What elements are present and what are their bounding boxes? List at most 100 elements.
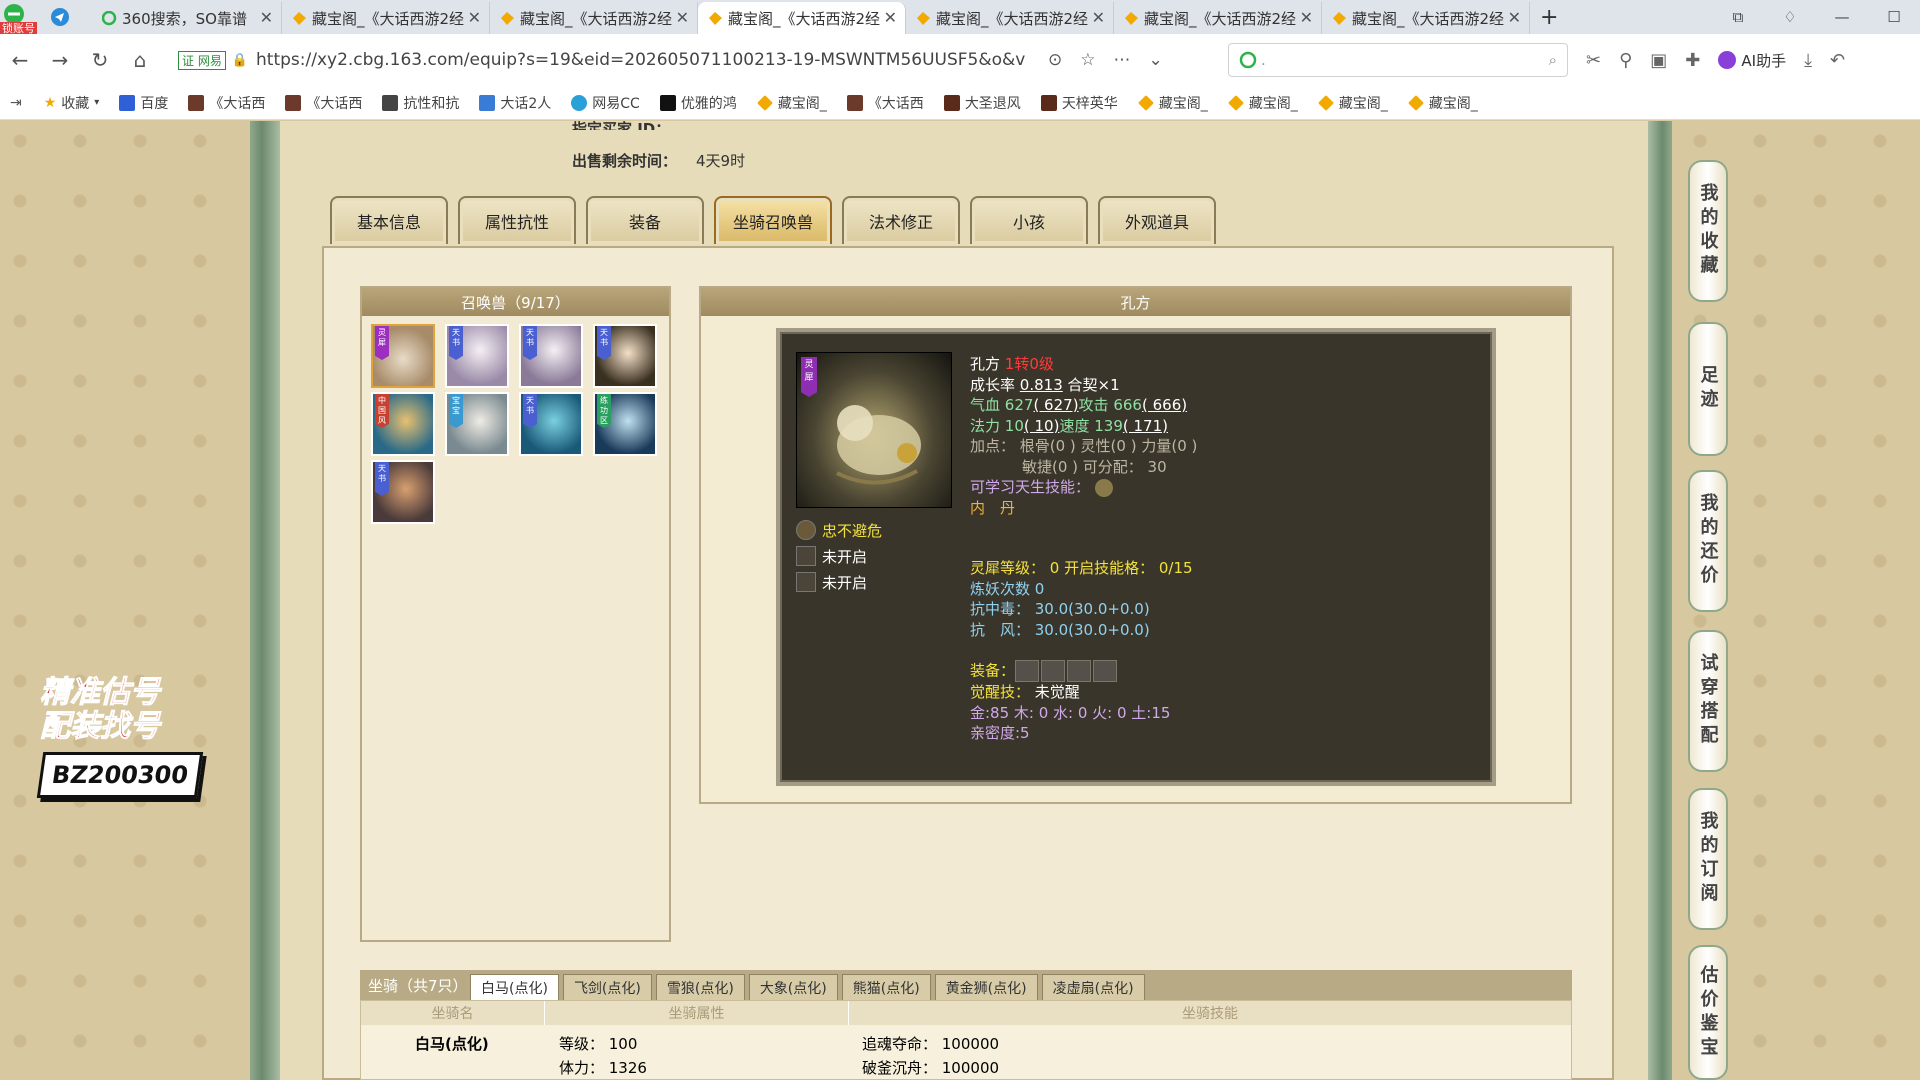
- close-tab-icon[interactable]: ✕: [260, 8, 273, 27]
- ai-assistant-button[interactable]: AI助手: [1718, 50, 1786, 71]
- appraisal-button[interactable]: 估价鉴宝: [1688, 945, 1728, 1080]
- bookmark-star-icon[interactable]: ☆: [1080, 50, 1095, 70]
- browser-tab[interactable]: 藏宝阁_《大话西游2经 ✕: [282, 2, 490, 34]
- bookmark-item[interactable]: 藏宝阁_: [1137, 93, 1208, 113]
- my-subscription-button[interactable]: 我的订阅: [1688, 788, 1728, 930]
- pet-skill[interactable]: 未开启: [796, 569, 882, 595]
- try-on-button[interactable]: 试穿搭配: [1688, 630, 1728, 772]
- mount-tab[interactable]: 凌虚扇(点化): [1041, 974, 1145, 1000]
- pet-tag: 中国风: [375, 394, 389, 428]
- skin-icon[interactable]: ♢: [1764, 0, 1816, 34]
- bookmark-item[interactable]: 藏宝阁_: [1317, 93, 1388, 113]
- browser-tab[interactable]: 藏宝阁_《大话西游2经 ✕: [906, 2, 1114, 34]
- tab-child[interactable]: 小孩: [970, 196, 1088, 244]
- learnable-skill-icon[interactable]: [1094, 478, 1113, 497]
- url-field[interactable]: 证 网易 🔒 https://xy2.cbg.163.com/equip?s=1…: [168, 42, 1188, 78]
- new-tab-button[interactable]: +: [1530, 5, 1568, 34]
- tab-list-icon[interactable]: ⧉: [1712, 0, 1764, 34]
- bookmark-item[interactable]: 百度: [119, 93, 168, 113]
- download-icon[interactable]: ⤓: [1804, 50, 1812, 71]
- toolbar-icons: ✂ ⚲ ▣ ✚ AI助手 ⤓ ↶: [1586, 50, 1845, 71]
- pet-avatar[interactable]: 灵犀: [371, 324, 435, 388]
- pet-avatar[interactable]: 中国风: [371, 392, 435, 456]
- extension-icon[interactable]: ✚: [1685, 50, 1700, 71]
- search-input[interactable]: . ⌕: [1228, 43, 1568, 77]
- bookmark-item[interactable]: 《大话西: [285, 93, 362, 113]
- location-icon[interactable]: ⊙: [1048, 50, 1062, 70]
- tab-mounts-pets[interactable]: 坐骑召唤兽: [714, 196, 832, 244]
- scissors-icon[interactable]: ✂: [1586, 50, 1601, 71]
- pet-avatar[interactable]: 天书: [519, 392, 583, 456]
- magnifier-icon[interactable]: ⚲: [1619, 50, 1632, 71]
- close-tab-icon[interactable]: ✕: [468, 8, 481, 27]
- bookmark-item[interactable]: 藏宝阁_: [756, 93, 827, 113]
- pet-avatar[interactable]: 天书: [371, 460, 435, 524]
- equip-slot[interactable]: [1015, 660, 1040, 682]
- bookmark-item[interactable]: 《大话西: [846, 93, 924, 113]
- pet-tag: 天书: [449, 326, 463, 360]
- hp-value: 627: [1004, 396, 1034, 414]
- bookmark-item[interactable]: 藏宝阁_: [1407, 93, 1478, 113]
- pet-grid: 灵犀 天书 天书 天书 中国风 宝宝 天书 练功区 天书: [362, 316, 669, 532]
- tab-appearance[interactable]: 外观道具: [1098, 196, 1216, 244]
- close-tab-icon[interactable]: ✕: [1508, 8, 1521, 27]
- equip-slot[interactable]: [1093, 660, 1118, 682]
- browser-tab[interactable]: 藏宝阁_《大话西游2经 ✕: [490, 2, 698, 34]
- mount-tab[interactable]: 黄金狮(点化): [934, 974, 1038, 1000]
- home-icon[interactable]: ⌂: [120, 48, 160, 72]
- bookmark-item[interactable]: ★ 收藏 ▾: [44, 93, 100, 113]
- equip-slot[interactable]: [1041, 660, 1066, 682]
- bookmark-item[interactable]: 藏宝阁_: [1227, 93, 1298, 113]
- tab-basic-info[interactable]: 基本信息: [330, 196, 448, 244]
- maximize-icon[interactable]: ☐: [1868, 0, 1920, 34]
- close-tab-icon[interactable]: ✕: [884, 8, 897, 27]
- pet-avatar[interactable]: 天书: [519, 324, 583, 388]
- more-icon[interactable]: ⋯: [1114, 50, 1131, 70]
- browser-tab[interactable]: 藏宝阁_《大话西游2经 ✕: [1322, 2, 1530, 34]
- bookmark-item[interactable]: 大圣退风: [943, 93, 1021, 113]
- mount-tab[interactable]: 飞剑(点化): [562, 974, 652, 1000]
- tab-spell-correction[interactable]: 法术修正: [842, 196, 960, 244]
- telegram-icon[interactable]: [50, 7, 70, 27]
- tab-equipment[interactable]: 装备: [586, 196, 704, 244]
- close-tab-icon[interactable]: ✕: [1300, 8, 1313, 27]
- back-icon[interactable]: ←: [0, 48, 40, 72]
- undo-icon[interactable]: ↶: [1830, 50, 1845, 71]
- browser-tab-active[interactable]: 藏宝阁_《大话西游2经 ✕: [698, 2, 906, 34]
- bookmark-item[interactable]: 优雅的鸿: [659, 93, 737, 113]
- mount-tab[interactable]: 大象(点化): [748, 974, 838, 1000]
- footprint-button[interactable]: 足迹: [1688, 322, 1728, 456]
- bookmark-item[interactable]: 网易CC: [571, 93, 640, 113]
- tab-attributes[interactable]: 属性抗性: [458, 196, 576, 244]
- pet-avatar[interactable]: 宝宝: [445, 392, 509, 456]
- pet-avatar[interactable]: 天书: [445, 324, 509, 388]
- bookmark-item[interactable]: 抗性和抗: [382, 93, 459, 113]
- pet-tag: 灵犀: [375, 326, 389, 360]
- mount-tab[interactable]: 白马(点化): [470, 974, 559, 1000]
- pet-avatar[interactable]: 练功区: [593, 392, 657, 456]
- minimize-icon[interactable]: —: [1816, 0, 1868, 34]
- my-favorites-button[interactable]: 我的收藏: [1688, 160, 1728, 302]
- reload-icon[interactable]: ↻: [80, 48, 120, 72]
- bookmark-item[interactable]: 大话2人: [479, 93, 551, 113]
- pets-panel-header: 召唤兽（9/17）: [362, 288, 669, 316]
- sidebar-toggle-icon[interactable]: ⇥: [10, 95, 22, 111]
- chevron-down-icon[interactable]: ⌄: [1149, 50, 1163, 70]
- browser-tab[interactable]: 藏宝阁_《大话西游2经 ✕: [1114, 2, 1322, 34]
- mount-tab[interactable]: 雪狼(点化): [655, 974, 745, 1000]
- my-bargain-button[interactable]: 我的还价: [1688, 470, 1728, 612]
- forward-icon[interactable]: →: [40, 48, 80, 72]
- pet-skill[interactable]: 未开启: [796, 543, 882, 569]
- close-tab-icon[interactable]: ✕: [676, 8, 689, 27]
- equip-label: 装备：: [970, 661, 1016, 680]
- bookmark-item[interactable]: 《大话西: [188, 93, 265, 113]
- search-icon[interactable]: ⌕: [1549, 51, 1557, 69]
- browser-tab[interactable]: 360搜索，SO靠谱 ✕: [92, 2, 282, 34]
- mount-tab[interactable]: 熊猫(点化): [841, 974, 931, 1000]
- bookmark-item[interactable]: 天梓英华: [1040, 93, 1118, 113]
- pet-avatar[interactable]: 天书: [593, 324, 657, 388]
- screen-icon[interactable]: ▣: [1650, 50, 1667, 71]
- close-tab-icon[interactable]: ✕: [1092, 8, 1105, 27]
- equip-slot[interactable]: [1067, 660, 1092, 682]
- pet-skill[interactable]: 忠不避危: [796, 517, 882, 543]
